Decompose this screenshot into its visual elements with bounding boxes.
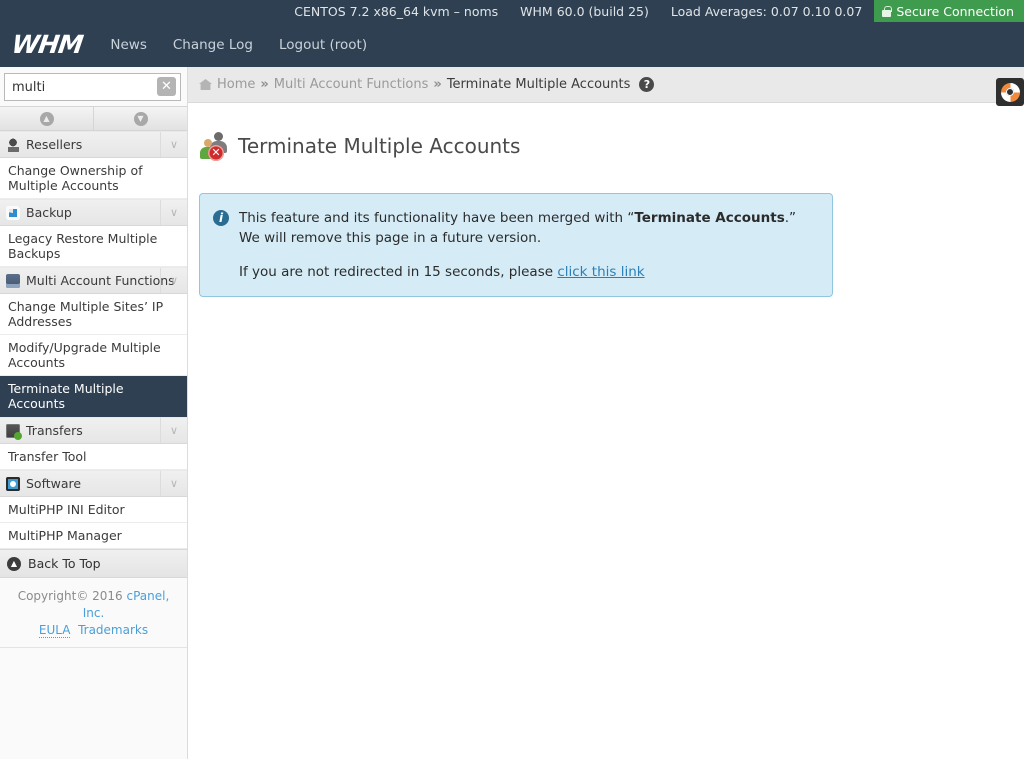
sidebar-group-transfers[interactable]: Transfers ∨ — [0, 417, 187, 444]
sidebar-group-software[interactable]: Software ∨ — [0, 470, 187, 497]
reseller-icon — [6, 137, 20, 152]
top-navigation-bar: WHM News Change Log Logout (root) — [0, 22, 1024, 67]
alert-text-before: This feature and its functionality have … — [239, 209, 635, 226]
load-averages-text: Load Averages: 0.07 0.10 0.07 — [670, 3, 863, 19]
whm-version-text: WHM 60.0 (build 25) — [520, 3, 649, 19]
trademarks-link[interactable]: Trademarks — [78, 623, 148, 637]
sidebar-item-multiphp-ini-editor[interactable]: MultiPHP INI Editor — [0, 497, 187, 523]
sidebar-item-transfer-tool[interactable]: Transfer Tool — [0, 444, 187, 470]
chevron-down-icon: ▼ — [133, 111, 148, 126]
secure-connection-label: Secure Connection — [896, 3, 1014, 19]
chevron-down-icon[interactable]: ∨ — [160, 132, 187, 157]
search-next-button[interactable]: ▼ — [93, 107, 187, 130]
sidebar-group-label: Backup — [26, 205, 72, 220]
arrow-up-icon: ▲ — [7, 556, 21, 571]
page-title-row: ✕ Terminate Multiple Accounts — [188, 103, 1024, 172]
chevron-down-icon[interactable]: ∨ — [160, 268, 187, 293]
transfers-icon — [6, 423, 22, 440]
alert-line-1: This feature and its functionality have … — [239, 208, 818, 248]
eula-link[interactable]: EULA — [38, 623, 71, 638]
copyright-text: Copyright© 2016 — [17, 589, 127, 603]
alert-text-bold: Terminate Accounts — [634, 209, 785, 226]
alert-body: This feature and its functionality have … — [239, 208, 818, 282]
software-icon — [6, 476, 20, 491]
nav-link-change-log[interactable]: Change Log — [173, 37, 253, 53]
sidebar-item-modify-upgrade[interactable]: Modify/Upgrade Multiple Accounts — [0, 335, 187, 376]
backup-icon — [6, 205, 20, 220]
sidebar-item-multiphp-manager[interactable]: MultiPHP Manager — [0, 523, 187, 549]
search-box[interactable]: ✕ — [4, 73, 181, 101]
breadcrumb-separator: » — [260, 77, 269, 92]
life-ring-icon — [1000, 82, 1020, 102]
info-icon: i — [213, 209, 229, 226]
sidebar-group-resellers[interactable]: Resellers ∨ — [0, 131, 187, 158]
sidebar-group-multi-account-functions[interactable]: Multi Account Functions ∨ — [0, 267, 187, 294]
multi-account-icon — [6, 273, 20, 288]
alert-line-2: If you are not redirected in 15 seconds,… — [239, 262, 818, 282]
info-alert: i This feature and its functionality hav… — [199, 192, 833, 297]
sidebar-footer: Copyright© 2016 cPanel, Inc. EULA Tradem… — [0, 578, 187, 648]
sidebar-item-change-ownership[interactable]: Change Ownership of Multiple Accounts — [0, 158, 187, 199]
breadcrumb: Home » Multi Account Functions » Termina… — [188, 67, 1024, 103]
terminate-accounts-icon: ✕ — [199, 131, 229, 162]
sidebar-group-label: Software — [26, 476, 82, 491]
breadcrumb-separator: » — [433, 77, 442, 92]
os-version-text: CENTOS 7.2 x86_64 kvm – noms — [294, 3, 499, 19]
delete-badge-icon: ✕ — [208, 145, 224, 162]
alert-redirect-text: If you are not redirected in 15 seconds,… — [239, 263, 558, 280]
search-nav-buttons: ▲ ▼ — [0, 106, 187, 131]
clear-search-icon[interactable]: ✕ — [157, 77, 176, 96]
status-bar: CENTOS 7.2 x86_64 kvm – noms WHM 60.0 (b… — [0, 0, 1024, 22]
chevron-up-icon: ▲ — [39, 111, 54, 126]
main-content: Home » Multi Account Functions » Termina… — [188, 67, 1024, 759]
back-to-top-label: Back To Top — [28, 556, 101, 571]
status-info-group: CENTOS 7.2 x86_64 kvm – noms WHM 60.0 (b… — [294, 4, 862, 19]
sidebar-group-label: Resellers — [26, 137, 83, 152]
lock-icon — [882, 5, 892, 17]
sidebar-group-label: Multi Account Functions — [26, 273, 175, 288]
page-body: ✕ ▲ ▼ Resellers ∨ Change Ownership of Mu… — [0, 67, 1024, 759]
chevron-down-icon[interactable]: ∨ — [160, 471, 187, 496]
sidebar-group-backup[interactable]: Backup ∨ — [0, 199, 187, 226]
help-icon[interactable]: ? — [639, 77, 655, 92]
chevron-down-icon[interactable]: ∨ — [160, 418, 187, 443]
nav-link-logout[interactable]: Logout (root) — [279, 37, 367, 53]
sidebar-item-terminate-multiple-accounts[interactable]: Terminate Multiple Accounts — [0, 376, 187, 417]
sidebar: ✕ ▲ ▼ Resellers ∨ Change Ownership of Mu… — [0, 67, 188, 759]
sidebar-item-legacy-restore[interactable]: Legacy Restore Multiple Backups — [0, 226, 187, 267]
search-input[interactable] — [5, 75, 154, 99]
nav-link-news[interactable]: News — [110, 37, 146, 53]
sidebar-search-row: ✕ — [0, 67, 187, 106]
secure-connection-badge[interactable]: Secure Connection — [874, 0, 1024, 22]
sidebar-group-label: Transfers — [26, 423, 83, 438]
breadcrumb-home-link[interactable]: Home — [217, 77, 255, 92]
back-to-top-button[interactable]: ▲ Back To Top — [0, 549, 187, 578]
chevron-down-icon[interactable]: ∨ — [160, 200, 187, 225]
whm-logo[interactable]: WHM — [8, 30, 84, 59]
breadcrumb-parent-link[interactable]: Multi Account Functions — [274, 77, 429, 92]
breadcrumb-current: Terminate Multiple Accounts — [446, 77, 631, 92]
redirect-link[interactable]: click this link — [557, 264, 644, 280]
sidebar-item-change-ip-addresses[interactable]: Change Multiple Sites’ IP Addresses — [0, 294, 187, 335]
page-title: Terminate Multiple Accounts — [238, 134, 521, 159]
home-icon[interactable] — [199, 79, 212, 90]
support-button[interactable] — [996, 78, 1024, 106]
search-prev-button[interactable]: ▲ — [0, 107, 93, 130]
